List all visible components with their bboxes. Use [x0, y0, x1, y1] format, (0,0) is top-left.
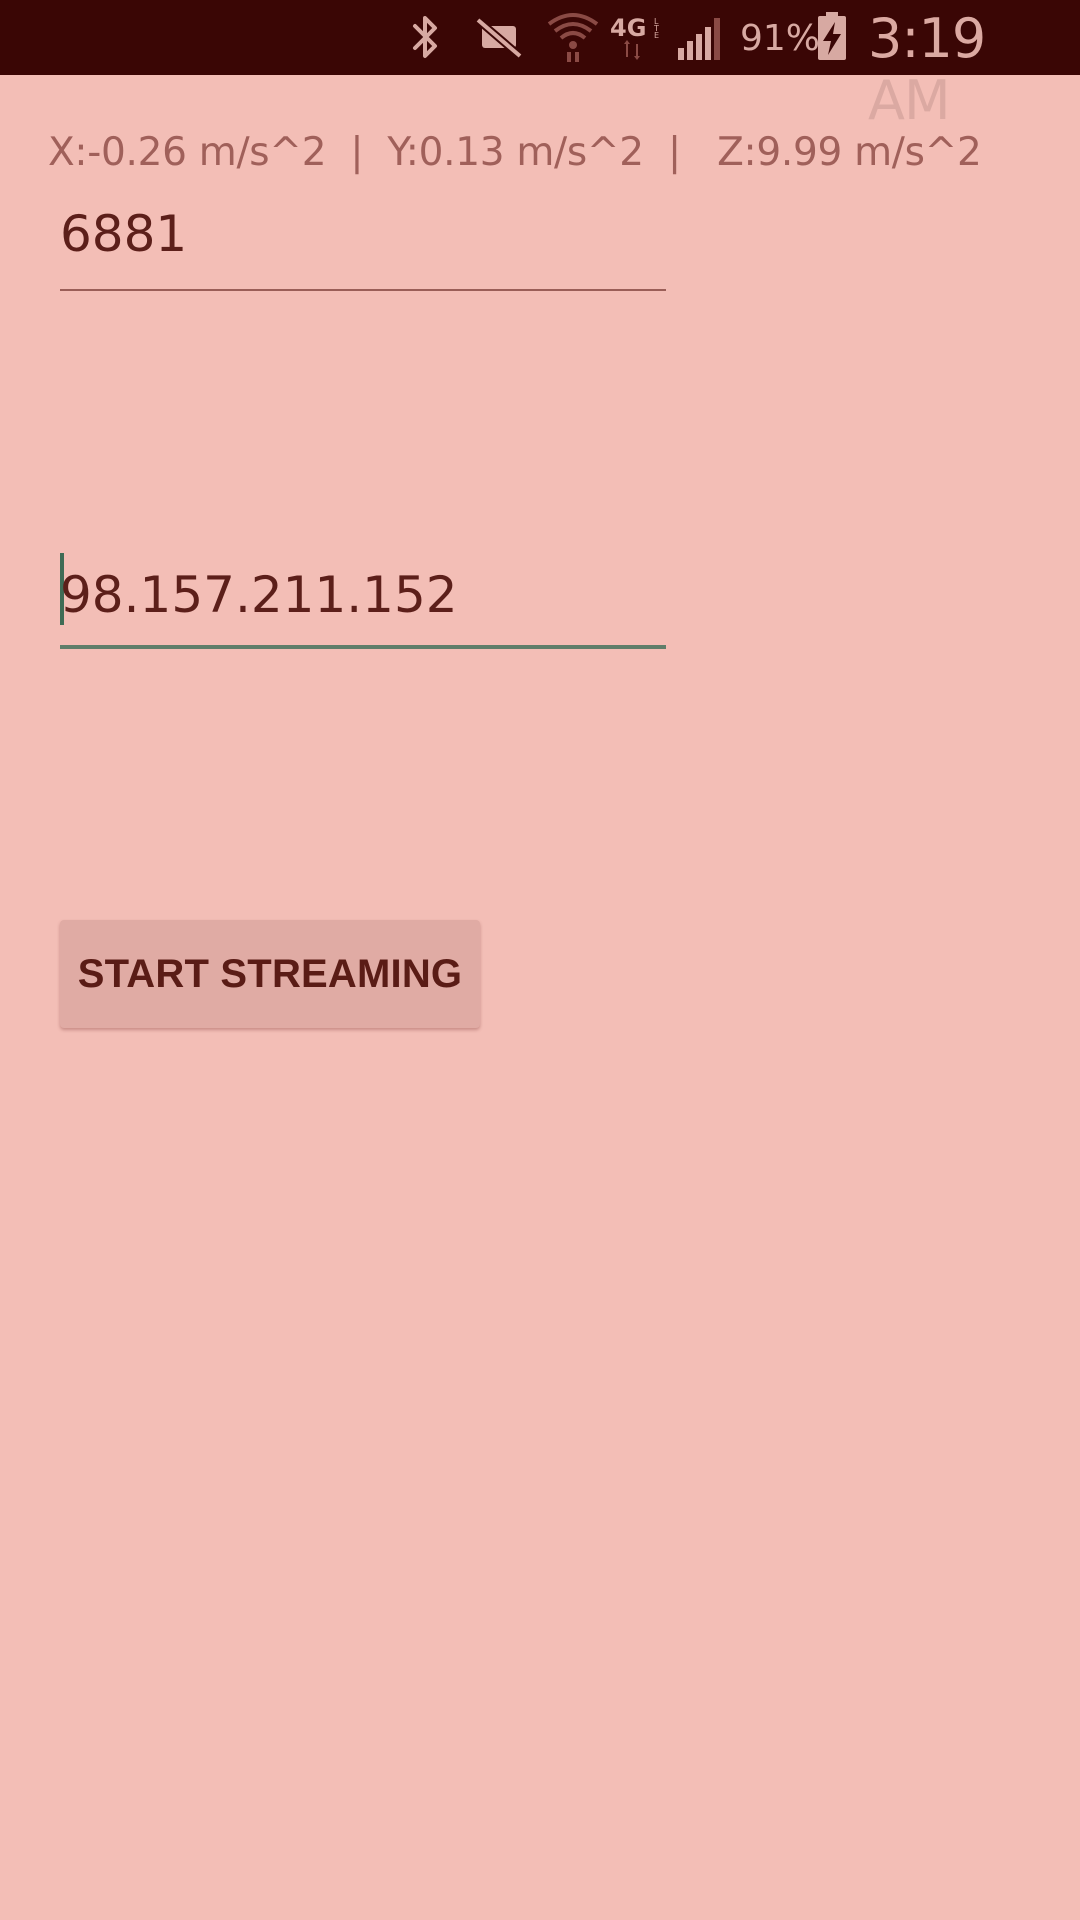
wifi-icon	[547, 13, 599, 62]
port-input-value[interactable]: 6881	[60, 203, 187, 265]
status-time: 3:19 AM	[868, 7, 986, 132]
battery-charging-icon	[818, 12, 846, 60]
svg-text:4G: 4G	[610, 14, 646, 42]
ip-address-input-value[interactable]: 98.157.211.152	[60, 564, 458, 626]
bluetooth-icon	[413, 16, 437, 58]
vibrate-off-icon	[475, 16, 523, 60]
battery-percent: 91%	[740, 18, 821, 59]
app-screen: 4G L T E 91% 3:19 AM X:-0.26 m/s^2 | Y:0…	[0, 0, 1080, 1920]
svg-text:E: E	[654, 31, 659, 40]
port-field[interactable]: 6881	[60, 203, 666, 293]
status-bar: 4G L T E 91% 3:19 AM	[0, 0, 1080, 132]
cell-signal-icon	[678, 18, 720, 60]
start-streaming-label: START STREAMING	[77, 951, 463, 996]
start-streaming-button[interactable]: START STREAMING	[60, 920, 480, 1028]
ip-field-underline	[60, 645, 666, 649]
accelerometer-readout: X:-0.26 m/s^2 | Y:0.13 m/s^2 | Z:9.99 m/…	[48, 130, 982, 175]
4g-lte-icon: 4G L T E	[610, 14, 659, 60]
ip-address-field[interactable]: 98.157.211.152	[60, 553, 666, 653]
port-field-underline	[60, 289, 666, 291]
